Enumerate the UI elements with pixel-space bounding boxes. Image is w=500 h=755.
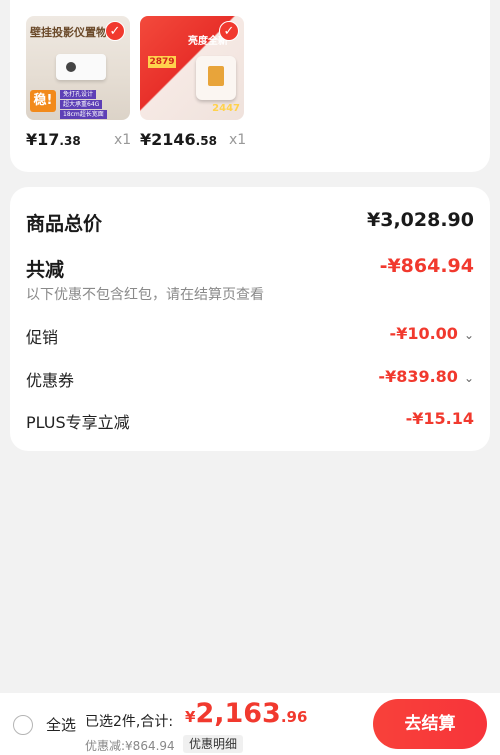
product-qty-1: x1 [114,132,132,148]
price-integer: ¥2146 [140,130,196,149]
grand-total-decimal: .96 [280,708,308,726]
coupon-value: -¥839.80 [378,367,458,386]
select-all-radio[interactable] [13,715,33,735]
price-decimal: .38 [59,134,81,148]
product-item-2[interactable]: 亮度全新 2879 2447 ✓ [140,16,244,120]
promotion-value: -¥10.00 [389,324,458,343]
product-price-2: ¥2146.58 [140,130,217,149]
promotion-value-wrap[interactable]: -¥10.00 ⌄ [390,324,474,343]
price-decimal: .58 [195,134,217,148]
plus-discount-value: -¥15.14 [405,409,474,428]
product-image-tag: 免打孔设计 [60,90,97,99]
product-qty-2: x1 [229,132,247,148]
select-all-label[interactable]: 全选 [46,714,76,735]
discount-value: -¥864.94 [379,255,474,277]
grand-total: ¥2,163.96 [185,698,307,729]
total-label: 商品总价 [26,213,103,235]
product-image-badge-1: 稳! [30,90,56,112]
chevron-down-icon[interactable]: ⌄ [464,371,474,385]
product-image-2[interactable]: 亮度全新 2879 2447 ✓ [140,16,244,120]
saved-amount: 优惠减:¥864.94 [85,739,175,753]
grand-total-integer: 2,163 [195,698,281,729]
total-value: ¥3,028.90 [367,209,474,231]
projector-icon [56,54,106,80]
checkout-button[interactable]: 去结算 [373,699,487,749]
discount-detail-button[interactable]: 优惠明细 [183,735,244,753]
product-image-price-bottom: 2447 [212,103,240,114]
product-card: 壁挂投影仪置物架 稳! 免打孔设计 超大承重64G 18cm超长宽面 ✓ ¥17… [10,0,490,172]
chevron-down-icon[interactable]: ⌄ [464,328,474,342]
discount-label: 共减 [26,259,65,281]
product-price-1: ¥17.38 [26,130,81,149]
product-image-tag: 超大承重64G [60,100,103,109]
product-image-tag: 18cm超长宽面 [60,110,107,119]
selected-check-icon[interactable]: ✓ [219,21,239,41]
product-item-1[interactable]: 壁挂投影仪置物架 稳! 免打孔设计 超大承重64G 18cm超长宽面 ✓ [26,16,130,120]
selected-check-icon[interactable]: ✓ [105,21,125,41]
checkout-bar: 全选 已选2件,合计: ¥2,163.96 优惠减:¥864.94 优惠明细 去… [0,693,500,755]
price-integer: ¥17 [26,130,60,149]
price-summary-card: 商品总价 ¥3,028.90 共减 -¥864.94 以下优惠不包含红包，请在结… [10,187,490,451]
plus-discount-label: PLUS专享立减 [26,413,130,432]
product-image-1[interactable]: 壁挂投影仪置物架 稳! 免打孔设计 超大承重64G 18cm超长宽面 ✓ [26,16,130,120]
device-icon [196,56,236,100]
coupon-value-wrap[interactable]: -¥839.80 ⌄ [378,367,474,386]
selected-count-text: 已选2件,合计: [85,714,174,730]
promotion-label: 促销 [26,328,59,347]
discount-note: 以下优惠不包含红包，请在结算页查看 [26,287,264,303]
coupon-label: 优惠券 [26,371,75,390]
currency-symbol: ¥ [185,708,196,726]
product-image-price-top: 2879 [148,56,176,68]
